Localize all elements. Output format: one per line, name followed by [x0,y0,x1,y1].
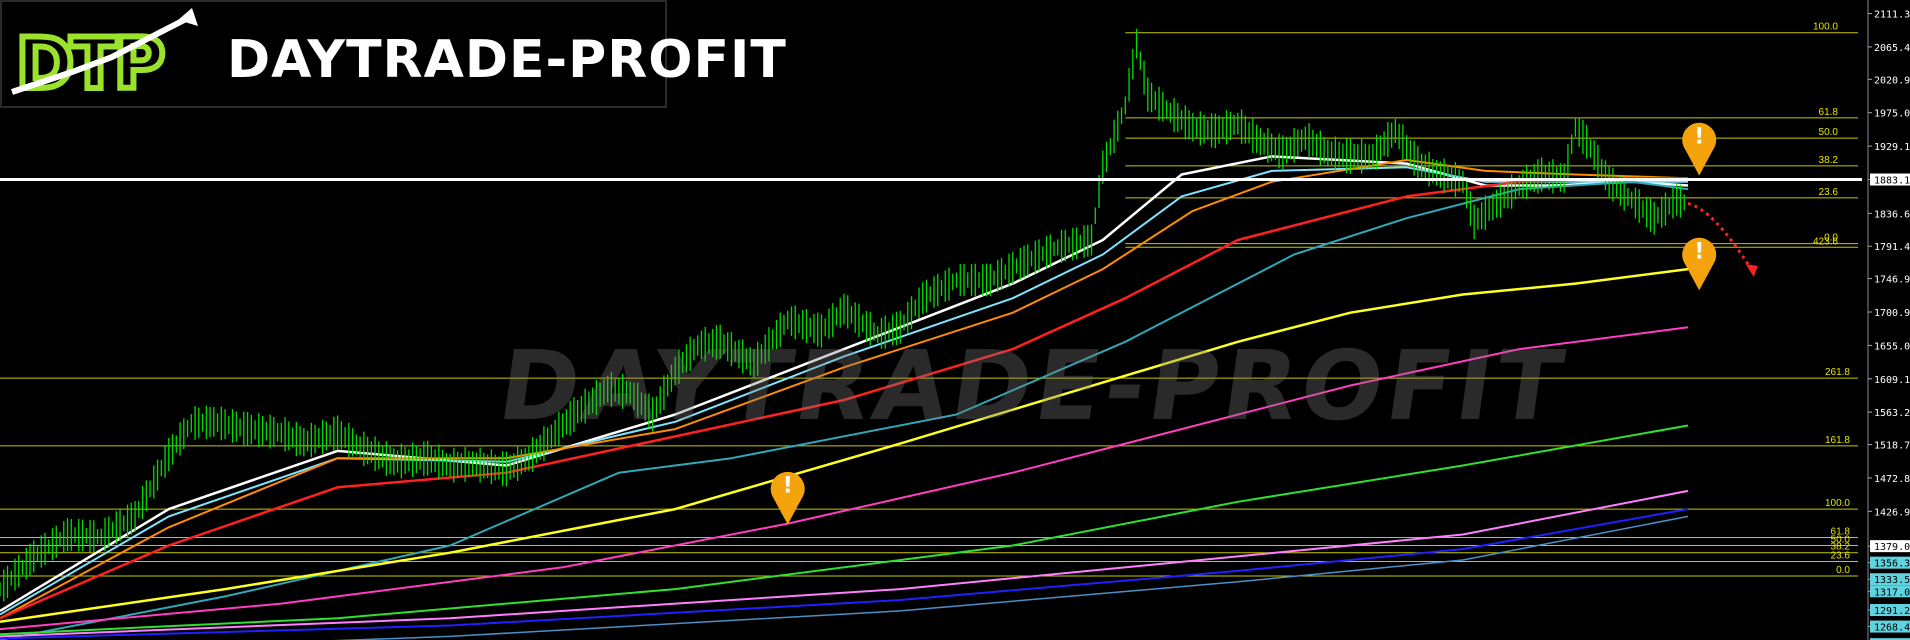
price-tick-label: 1317.00 [1874,587,1910,598]
alert-marker-icon: ! [1682,122,1717,176]
fib-level-label: 261.8 [1825,367,1850,378]
price-tick-label: 2065.48 [1874,43,1910,54]
alert-marker-icon: ! [1682,237,1717,291]
fib-level-label: 0.0 [1836,565,1850,576]
price-tick-label: 1700.98 [1874,308,1910,319]
fib-level-label: 61.8 [1819,107,1839,118]
price-tick-label: 1379.07 [1874,542,1910,553]
price-tick-label: 1291.22 [1874,606,1910,617]
price-tick-label: 1518.73 [1874,441,1910,452]
price-tick-label: 2111.38 [1874,10,1910,21]
fib-level-label: 23.6 [1819,187,1839,198]
fib-level-label: 23.6 [1831,550,1851,561]
brand-name: DAYTRADE-PROFIT [227,30,787,90]
price-tick-label: 1791.43 [1874,242,1910,253]
price-tick-label: 1472.83 [1874,474,1910,485]
fib-level-label: 100.0 [1825,498,1850,509]
alert-marker-label: ! [1694,124,1704,149]
alert-marker-icon: ! [770,471,805,525]
alert-marker-label: ! [783,474,793,499]
brand-logo: DTP DAYTRADE-PROFIT [0,0,786,108]
fib-level-label: 423.6 [1813,236,1838,247]
price-tick-label: 1746.98 [1874,275,1910,286]
price-tick-label: 2020.93 [1874,75,1910,86]
price-tick-label: 1609.18 [1874,375,1910,386]
price-tick-label: 1426.93 [1874,507,1910,518]
price-tick-label: 1333.55 [1874,575,1910,586]
fib-level-label: 38.2 [1819,155,1839,166]
price-tick-label: 1268.48 [1874,623,1910,634]
fib-level-label: 161.8 [1825,435,1850,446]
price-tick-label: 1356.33 [1874,559,1910,570]
forecast-arrowhead-icon [1745,264,1758,277]
price-tick-label: 1563.28 [1874,408,1910,419]
alert-marker-label: ! [1694,239,1704,264]
fib-level-label: 100.0 [1813,22,1838,33]
price-tick-label: 1883.18 [1874,176,1910,187]
price-tick-label: 1836.61 [1874,209,1910,220]
price-tick-label: 1929.13 [1874,142,1910,153]
price-tick-label: 1975.03 [1874,109,1910,120]
price-axis: 2111.38 2065.48 2020.93 1975.03 1929.13 1883.… [1867,0,1910,640]
brand-watermark: DAYTRADE-PROFIT [492,330,1574,442]
fib-level-label: 50.0 [1819,127,1839,138]
dtp-logo-icon: DTP [11,8,198,106]
price-tick-label: 1655.08 [1874,341,1910,352]
moving-average-line [0,508,1689,640]
